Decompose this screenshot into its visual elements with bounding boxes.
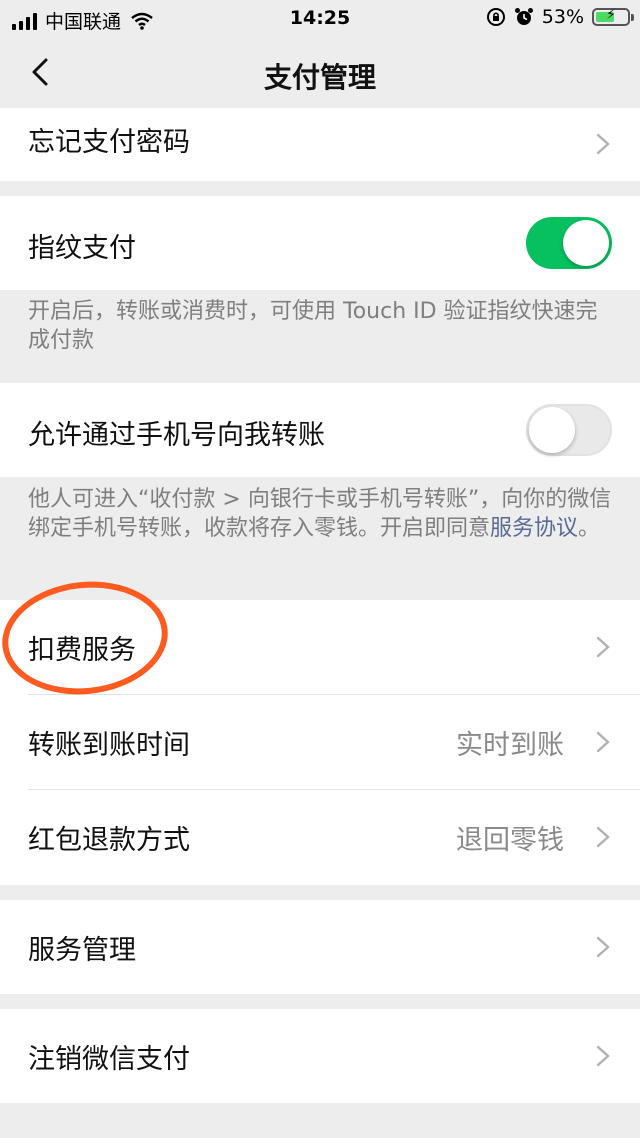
chevron-right-icon — [596, 133, 610, 155]
chevron-right-icon — [596, 636, 610, 658]
battery-percent: 53% — [541, 6, 584, 28]
fingerprint-payment-row: 指纹支付 — [0, 196, 640, 290]
red-packet-refund-label: 红包退款方式 — [28, 825, 190, 856]
phone-transfer-description: 他人可进入“收付款 > 向银行卡或手机号转账”，向你的微信绑定手机号转账，收款将… — [28, 485, 618, 543]
battery-icon: ⚡ — [592, 7, 634, 26]
phone-transfer-row: 允许通过手机号向我转账 — [0, 383, 640, 477]
fingerprint-description: 开启后，转账或消费时，可使用 Touch ID 验证指纹快速完成付款 — [28, 299, 598, 353]
phone-transfer-toggle[interactable] — [526, 404, 612, 456]
red-packet-refund-row[interactable]: 红包退款方式 退回零钱 — [0, 790, 640, 885]
alarm-icon — [514, 8, 533, 25]
service-management-label: 服务管理 — [28, 935, 136, 966]
transfer-time-value: 实时到账 — [456, 730, 564, 761]
chevron-right-icon — [596, 826, 610, 848]
phone-transfer-desc-end: 。 — [578, 516, 601, 541]
chevron-right-icon — [596, 936, 610, 958]
rotation-lock-icon — [486, 8, 505, 26]
service-agreement-link[interactable]: 服务协议 — [490, 516, 578, 541]
chevron-right-icon — [596, 1045, 610, 1067]
red-packet-refund-value: 退回零钱 — [456, 825, 564, 856]
status-bar: 中国联通 14:25 53% ⚡ — [0, 0, 640, 40]
forgot-password-label: 忘记支付密码 — [28, 127, 190, 158]
fingerprint-payment-label: 指纹支付 — [28, 233, 136, 264]
phone-transfer-label: 允许通过手机号向我转账 — [28, 420, 325, 451]
service-management-row[interactable]: 服务管理 — [0, 900, 640, 994]
deregister-wechat-pay-row[interactable]: 注销微信支付 — [0, 1009, 640, 1103]
fingerprint-payment-toggle[interactable] — [526, 217, 612, 269]
forgot-password-row[interactable]: 忘记支付密码 — [0, 108, 640, 181]
deregister-wechat-pay-label: 注销微信支付 — [28, 1044, 190, 1075]
nav-bar: 支付管理 — [0, 40, 640, 108]
transfer-time-row[interactable]: 转账到账时间 实时到账 — [0, 695, 640, 789]
transfer-time-label: 转账到账时间 — [28, 730, 190, 761]
page-title: 支付管理 — [263, 61, 376, 94]
status-right: 53% ⚡ — [486, 6, 634, 28]
chevron-right-icon — [596, 731, 610, 753]
